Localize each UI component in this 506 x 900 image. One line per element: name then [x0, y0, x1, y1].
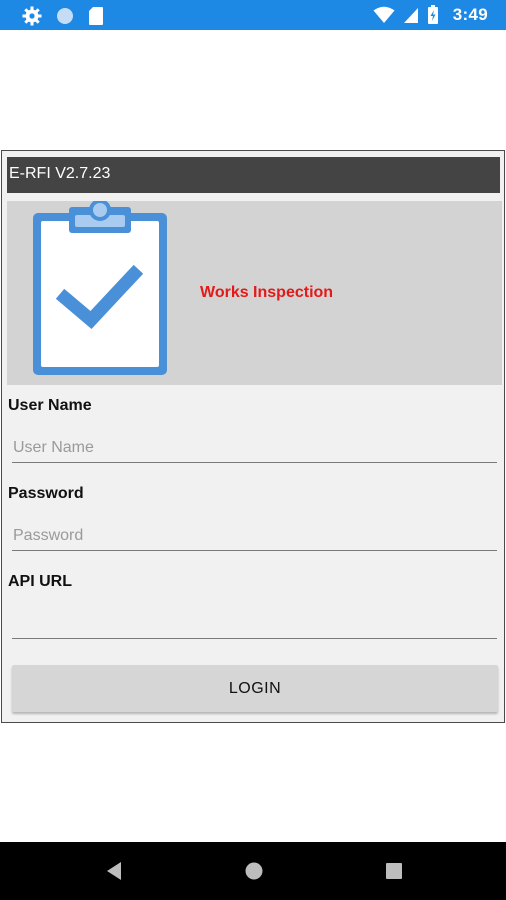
app-subtitle: Works Inspection — [200, 284, 334, 301]
home-icon[interactable] — [243, 860, 265, 887]
api-url-label: API URL — [8, 573, 72, 590]
wifi-icon — [373, 6, 395, 24]
back-icon[interactable] — [104, 860, 124, 887]
recents-icon[interactable] — [384, 860, 404, 887]
clipboard-check-icon — [29, 199, 169, 384]
api-url-input[interactable] — [12, 609, 497, 639]
circle-icon — [56, 7, 74, 25]
password-label: Password — [8, 485, 84, 502]
password-input[interactable] — [12, 521, 497, 551]
status-bar-notifications — [22, 6, 104, 26]
banner: Works Inspection — [7, 199, 502, 385]
login-button[interactable]: LOGIN — [12, 665, 498, 712]
username-label: User Name — [8, 397, 92, 414]
sd-card-icon — [88, 6, 104, 26]
status-bar-system: 3:49 — [373, 5, 488, 25]
battery-icon — [427, 5, 439, 25]
title-bar: E-RFI V2.7.23 — [7, 157, 500, 193]
app-version-title: E-RFI V2.7.23 — [9, 165, 111, 182]
gear-icon — [22, 6, 42, 26]
login-dialog: E-RFI V2.7.23 Works Inspection User Name… — [1, 150, 505, 723]
cell-signal-icon — [403, 6, 419, 24]
status-bar: 3:49 — [0, 0, 506, 30]
username-input[interactable] — [12, 433, 497, 463]
clock: 3:49 — [452, 5, 488, 24]
navigation-bar — [0, 842, 506, 900]
